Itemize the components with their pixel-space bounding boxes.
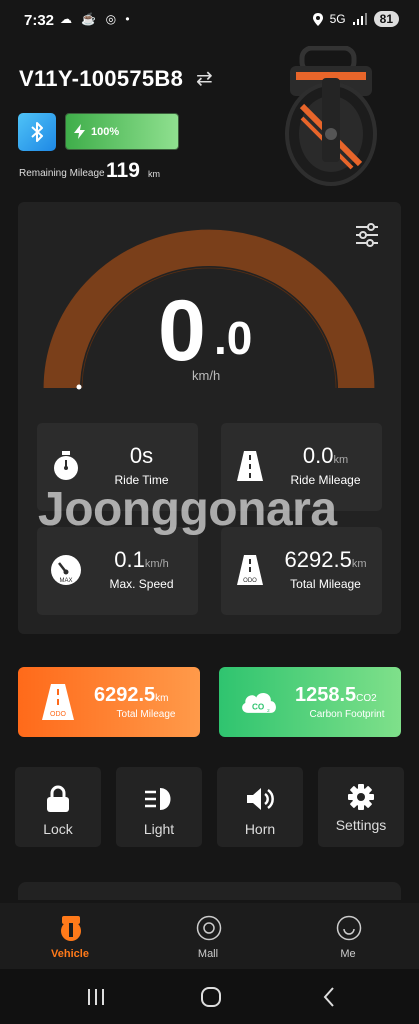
stat-value: 0s bbox=[129, 443, 154, 468]
stat-value: 0.0km bbox=[302, 443, 349, 468]
vehicle-name[interactable]: V11Y-100575B8 bbox=[19, 66, 183, 92]
me-icon bbox=[336, 915, 362, 941]
odometer-road-icon: ODO bbox=[42, 684, 74, 720]
speed-integer: 0 bbox=[158, 283, 206, 379]
system-nav-bar bbox=[0, 969, 419, 1024]
lock-button[interactable]: Lock bbox=[15, 767, 101, 847]
battery-percent: 100% bbox=[91, 125, 120, 138]
remaining-mileage-value: 119 bbox=[106, 159, 140, 182]
summary-value: 1258.5CO2 bbox=[295, 684, 377, 706]
vehicle-icon bbox=[61, 916, 81, 941]
svg-text:ODO: ODO bbox=[243, 578, 257, 584]
speed-unit: km/h bbox=[192, 368, 221, 383]
summary-label: Total Mileage bbox=[116, 709, 176, 720]
light-button[interactable]: Light bbox=[116, 767, 202, 847]
summary-total-mileage[interactable]: ODO 6292.5km Total Mileage bbox=[18, 667, 200, 737]
swap-vehicle-icon[interactable]: ⇄ bbox=[196, 66, 213, 91]
status-bar: 7:32 ☁ ☕ ◎ • 5G 81 bbox=[0, 0, 419, 40]
summary-value: 6292.5km bbox=[94, 684, 169, 706]
notification-icons: ☁ ☕ ◎ • bbox=[60, 12, 133, 26]
home-icon[interactable] bbox=[199, 985, 223, 1009]
nav-vehicle-label: Vehicle bbox=[51, 948, 89, 960]
summary-label: Carbon Footprint bbox=[309, 709, 385, 720]
road-icon bbox=[237, 451, 263, 481]
nav-me[interactable]: Me bbox=[298, 903, 398, 969]
bluetooth-icon bbox=[31, 122, 43, 142]
battery-bar: 100% bbox=[65, 113, 179, 150]
signal-icon bbox=[352, 13, 367, 25]
scroll-content-edge bbox=[18, 882, 401, 900]
stopwatch-icon bbox=[54, 451, 78, 480]
svg-text:MAX: MAX bbox=[59, 578, 72, 584]
lock-icon bbox=[47, 785, 69, 812]
horn-button[interactable]: Horn bbox=[217, 767, 303, 847]
lightning-icon bbox=[74, 124, 85, 139]
settings-button[interactable]: Settings bbox=[318, 767, 404, 847]
stat-max-speed: MAX 0.1km/h Max. Speed bbox=[37, 527, 198, 615]
status-right: 5G 81 bbox=[312, 11, 399, 27]
unicycle-image bbox=[285, 46, 377, 186]
battery-label: 100% bbox=[74, 124, 119, 139]
co2-cloud-icon: CO 2 bbox=[242, 692, 276, 713]
status-time: 7:32 bbox=[24, 12, 55, 29]
lock-label: Lock bbox=[43, 821, 73, 837]
stat-total-mileage: ODO 6292.5km Total Mileage bbox=[221, 527, 382, 615]
remaining-mileage-unit: km bbox=[148, 169, 160, 179]
svg-text:CO: CO bbox=[252, 702, 265, 711]
location-icon bbox=[312, 12, 323, 26]
gear-icon bbox=[348, 784, 374, 810]
watermark: Joonggonara bbox=[38, 483, 337, 536]
status-battery: 81 bbox=[373, 11, 399, 27]
headlight-icon bbox=[145, 788, 171, 810]
mall-icon bbox=[196, 915, 222, 941]
speed-decimal: .0 bbox=[214, 312, 253, 364]
speedometer-icon: MAX bbox=[51, 555, 81, 585]
stat-value: 0.1km/h bbox=[114, 547, 169, 572]
odometer-road-icon: ODO bbox=[237, 555, 263, 585]
bluetooth-button[interactable] bbox=[18, 113, 56, 151]
nav-mall[interactable]: Mall bbox=[158, 903, 258, 969]
svg-text:ODO: ODO bbox=[50, 711, 67, 718]
nav-vehicle[interactable]: Vehicle bbox=[20, 903, 120, 969]
horn-label: Horn bbox=[244, 821, 276, 837]
summary-carbon-footprint[interactable]: CO 2 1258.5CO2 Carbon Footprint bbox=[219, 667, 401, 737]
light-label: Light bbox=[143, 821, 175, 837]
recent-apps-icon[interactable] bbox=[84, 985, 108, 1009]
stat-label: Total Mileage bbox=[290, 577, 361, 591]
stat-label: Max. Speed bbox=[109, 577, 174, 591]
nav-me-label: Me bbox=[340, 948, 356, 960]
speaker-icon bbox=[247, 788, 274, 810]
bottom-nav: Vehicle Mall Me bbox=[0, 903, 419, 969]
back-icon[interactable] bbox=[318, 985, 342, 1009]
settings-label: Settings bbox=[335, 817, 387, 833]
stat-value: 6292.5km bbox=[284, 547, 367, 572]
remaining-mileage-label: Remaining Mileage bbox=[19, 168, 105, 179]
network-type: 5G bbox=[329, 12, 346, 26]
nav-mall-label: Mall bbox=[197, 948, 219, 960]
